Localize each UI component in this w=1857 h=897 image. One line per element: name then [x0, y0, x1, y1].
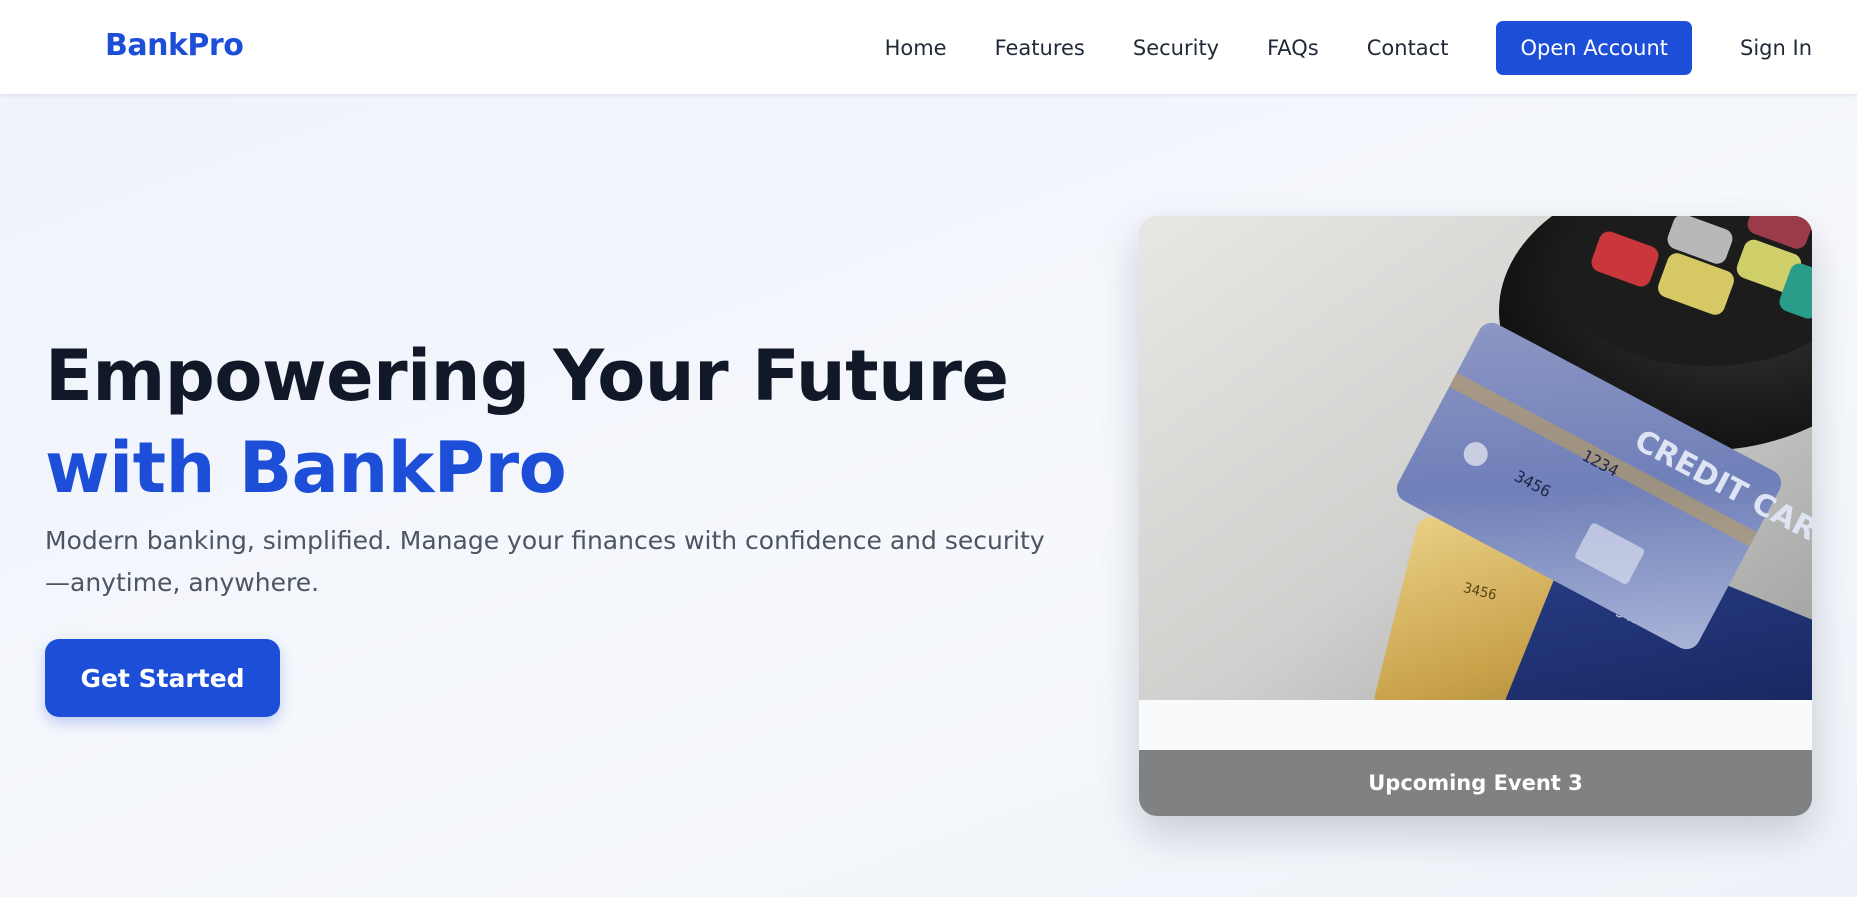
top-navbar: BankPro Home Features Security FAQs Cont… [0, 0, 1857, 95]
nav-link-home[interactable]: Home [885, 36, 947, 60]
credit-cards-photo: 3456 3456 CREDIT CARD 3456 1234 [1139, 216, 1812, 700]
event-card[interactable]: 3456 3456 CREDIT CARD 3456 1234 [1139, 216, 1812, 816]
open-account-button[interactable]: Open Account [1496, 20, 1693, 75]
hero-section: Empowering Your Future with BankPro Mode… [0, 95, 1857, 897]
get-started-button[interactable]: Get Started [45, 639, 280, 717]
hero-title-line-2: with BankPro [45, 427, 567, 509]
event-caption: Upcoming Event 3 [1139, 750, 1812, 816]
brand-logo[interactable]: BankPro [105, 28, 244, 63]
hero-title-line-1: Empowering Your Future [45, 335, 1009, 417]
main-nav: Home Features Security FAQs Contact Open… [885, 0, 1857, 95]
hero-title: Empowering Your Future with BankPro [45, 330, 1009, 514]
sign-in-link[interactable]: Sign In [1740, 36, 1812, 60]
credit-cards-illustration: 3456 3456 CREDIT CARD 3456 1234 [1139, 216, 1812, 700]
hero-subtitle: Modern banking, simplified. Manage your … [45, 526, 1045, 597]
nav-link-faqs[interactable]: FAQs [1267, 36, 1319, 60]
nav-link-features[interactable]: Features [995, 36, 1085, 60]
nav-link-contact[interactable]: Contact [1367, 36, 1449, 60]
nav-link-security[interactable]: Security [1133, 36, 1219, 60]
